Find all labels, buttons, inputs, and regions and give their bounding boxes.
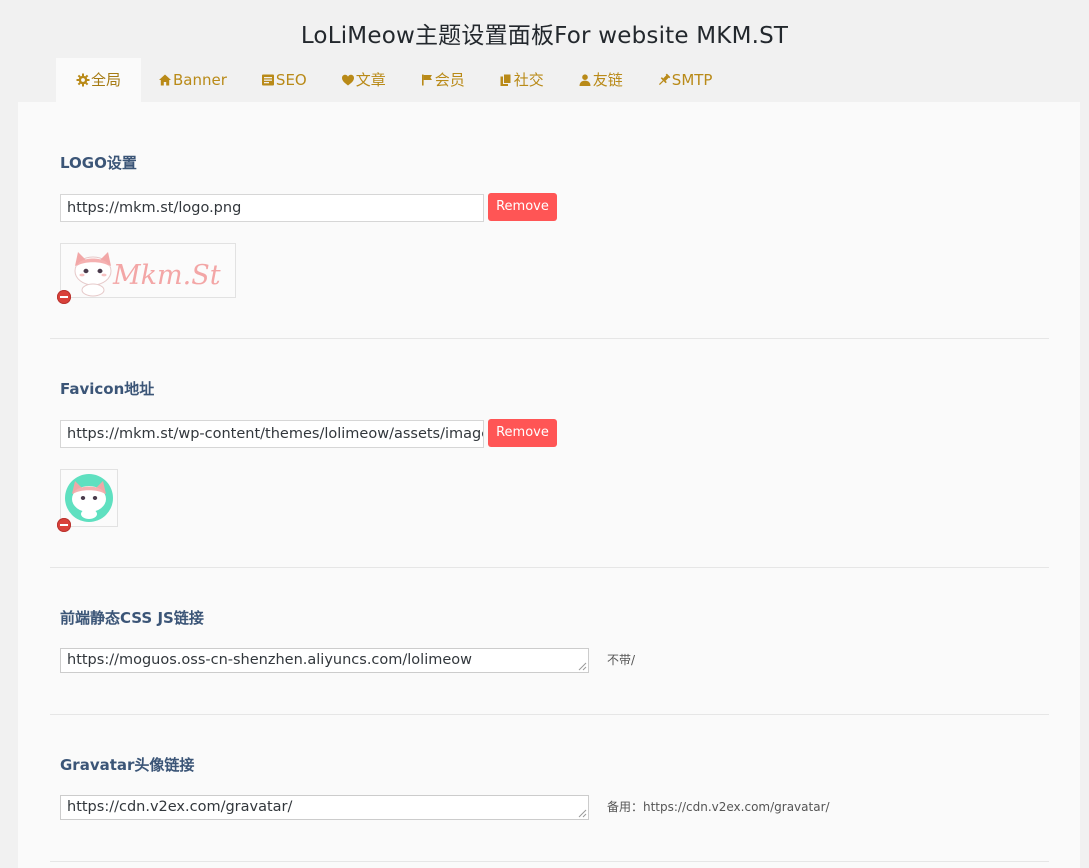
logo-label: LOGO设置 (60, 154, 137, 172)
logo-text: Mkm.St (112, 260, 221, 291)
favicon-remove-button[interactable]: Remove (488, 419, 557, 447)
favicon-delete-icon[interactable] (57, 518, 71, 532)
tab-seo[interactable]: SEO (244, 58, 324, 102)
tab-label: 社交 (513, 71, 544, 89)
tab-label: 文章 (355, 71, 386, 89)
heart-icon (341, 73, 355, 87)
tab-label: Banner (173, 71, 227, 89)
logo-preview: Mkm.St (60, 243, 236, 298)
gear-icon (76, 73, 90, 87)
gravatar-value: https://cdn.v2ex.com/gravatar/ (67, 799, 293, 815)
resize-handle-icon[interactable] (578, 662, 587, 671)
tab-member[interactable]: 会员 (403, 58, 482, 102)
static-cdn-setting: 前端静态CSS JS链接 https://moguos.oss-cn-shenz… (50, 567, 1049, 715)
settings-tabs: 全局 Banner SEO 文章 会员 社交 友链 SMTP (56, 58, 729, 102)
static-cdn-label: 前端静态CSS JS链接 (60, 609, 204, 627)
favicon-url-input[interactable]: https://mkm.st/wp-content/themes/lolimeo… (60, 420, 484, 448)
favicon-label: Favicon地址 (60, 380, 155, 398)
logo-setting: LOGO设置 https://mkm.st/logo.png Remove Mk… (50, 102, 1049, 339)
favicon-preview (60, 469, 118, 527)
tab-links[interactable]: 友链 (561, 58, 640, 102)
pin-icon (657, 73, 671, 87)
static-cdn-value: https://moguos.oss-cn-shenzhen.aliyuncs.… (67, 652, 473, 668)
page-title: LoLiMeow主题设置面板For website MKM.ST (300, 23, 789, 49)
gravatar-textarea[interactable]: https://cdn.v2ex.com/gravatar/ (60, 795, 589, 820)
tab-banner[interactable]: Banner (141, 58, 244, 102)
static-cdn-description: 不带/ (607, 653, 636, 667)
tab-label: 全局 (91, 71, 122, 89)
tab-label: 会员 (434, 71, 465, 89)
copy-icon (499, 73, 513, 87)
settings-panel: LOGO设置 https://mkm.st/logo.png Remove Mk… (18, 102, 1080, 868)
tab-label: SMTP (671, 71, 713, 89)
resize-handle-icon[interactable] (578, 809, 587, 818)
tab-global[interactable]: 全局 (56, 58, 142, 102)
tab-label: SEO (275, 71, 307, 89)
logo-url-input[interactable]: https://mkm.st/logo.png (60, 194, 484, 222)
gravatar-label: Gravatar头像链接 (60, 756, 195, 774)
tab-social[interactable]: 社交 (482, 58, 561, 102)
tab-label: 友链 (592, 71, 623, 89)
tab-article[interactable]: 文章 (324, 58, 403, 102)
logo-image: Mkm.St (74, 252, 221, 297)
favicon-setting: Favicon地址 https://mkm.st/wp-content/them… (50, 338, 1049, 568)
logo-remove-button[interactable]: Remove (488, 193, 557, 221)
gravatar-description: 备用：https://cdn.v2ex.com/gravatar/ (607, 800, 830, 814)
flag-icon (420, 73, 434, 87)
favicon-image (65, 474, 113, 522)
tab-smtp[interactable]: SMTP (640, 58, 730, 102)
home-icon (158, 73, 172, 87)
gravatar-setting: Gravatar头像链接 https://cdn.v2ex.com/gravat… (50, 714, 1049, 862)
document-icon (261, 73, 275, 87)
logo-delete-icon[interactable] (57, 290, 71, 304)
user-icon (578, 73, 592, 87)
static-cdn-textarea[interactable]: https://moguos.oss-cn-shenzhen.aliyuncs.… (60, 648, 589, 673)
